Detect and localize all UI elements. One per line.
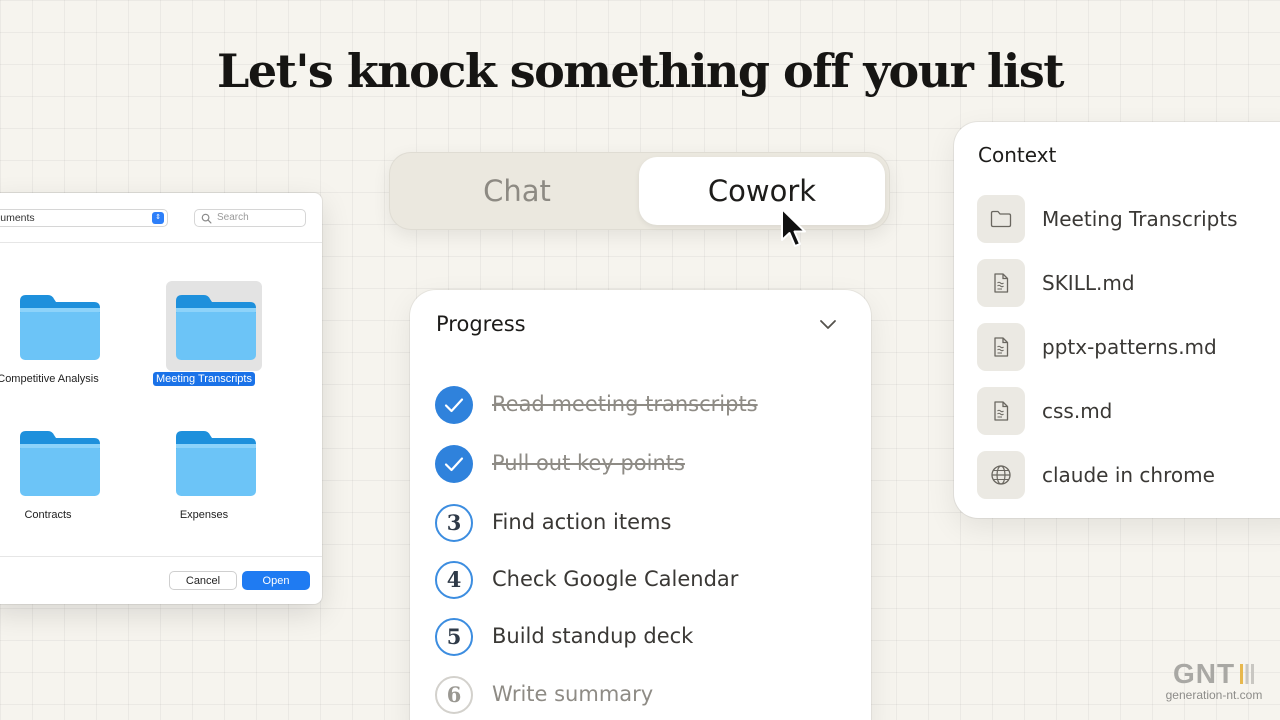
folder-tile-meeting-transcripts[interactable]: Meeting Transcripts (144, 281, 264, 401)
folder-tile-competitive-analysis[interactable]: Competitive Analysis (0, 281, 108, 401)
page-headline: Let's knock something off your list (216, 44, 1065, 98)
check-icon (435, 445, 473, 483)
folder-tile-bg (166, 281, 262, 371)
folder-tile-bg (10, 417, 106, 507)
dialog-toolbar: cuments ⇕ Search (0, 193, 322, 243)
folder-icon (176, 431, 256, 496)
search-icon (201, 213, 212, 224)
context-item-label: claude in chrome (1042, 463, 1215, 487)
context-item[interactable]: Meeting Transcripts (977, 195, 1280, 243)
context-item-label: css.md (1042, 399, 1113, 423)
chevron-down-icon[interactable] (818, 317, 838, 331)
progress-panel: Progress Read meeting transcripts Pull o… (410, 290, 871, 720)
mouse-pointer-icon (781, 208, 806, 247)
dropdown-stepper-icon: ⇕ (152, 212, 164, 224)
folder-name: Contracts (24, 509, 72, 521)
document-icon (977, 387, 1025, 435)
folder-tile-bg (10, 281, 106, 371)
context-item-label: SKILL.md (1042, 271, 1135, 295)
folder-icon (20, 295, 100, 360)
context-item-label: Meeting Transcripts (1042, 207, 1238, 231)
progress-step: 4 Check Google Calendar (435, 561, 855, 601)
search-placeholder: Search (217, 212, 249, 223)
context-item-label: pptx-patterns.md (1042, 335, 1217, 359)
context-title: Context (978, 143, 1057, 167)
location-dropdown[interactable]: cuments ⇕ (0, 209, 168, 227)
context-panel: Context Meeting Transcripts SKILL.md ppt… (954, 122, 1280, 518)
folder-icon (20, 431, 100, 496)
folder-name: Competitive Analysis (0, 373, 99, 385)
dialog-footer: Cancel Open (0, 556, 322, 604)
folder-tile-expenses[interactable]: Expenses (144, 417, 264, 537)
open-button[interactable]: Open (242, 571, 310, 590)
folder-icon (977, 195, 1025, 243)
context-item[interactable]: claude in chrome (977, 451, 1280, 499)
step-label: Read meeting transcripts (492, 392, 758, 416)
context-item[interactable]: pptx-patterns.md (977, 323, 1280, 371)
step-label: Find action items (492, 510, 672, 534)
progress-step: 3 Find action items (435, 504, 855, 544)
globe-icon (977, 451, 1025, 499)
progress-step: 5 Build standup deck (435, 618, 855, 658)
step-label: Write summary (492, 682, 654, 706)
watermark-logo: GNT (1154, 660, 1274, 688)
progress-title: Progress (436, 312, 526, 336)
folder-name: Meeting Transcripts (144, 372, 264, 386)
check-icon (435, 386, 473, 424)
folder-icon (176, 295, 256, 360)
tab-chat[interactable]: Chat (394, 157, 640, 225)
step-label: Build standup deck (492, 624, 694, 648)
document-icon (977, 259, 1025, 307)
site-watermark: GNT generation-nt.com (1154, 660, 1274, 703)
progress-step: Pull out key points (435, 445, 855, 485)
dialog-search-field[interactable]: Search (194, 209, 306, 227)
step-number-badge: 6 (435, 676, 473, 714)
document-icon (977, 323, 1025, 371)
step-label: Check Google Calendar (492, 567, 739, 591)
folder-tile-bg (166, 417, 262, 507)
context-item[interactable]: css.md (977, 387, 1280, 435)
location-value: cuments (0, 212, 35, 224)
progress-step: Read meeting transcripts (435, 386, 855, 426)
context-item[interactable]: SKILL.md (977, 259, 1280, 307)
step-number-badge: 3 (435, 504, 473, 542)
cancel-button[interactable]: Cancel (169, 571, 237, 590)
step-label: Pull out key points (492, 451, 685, 475)
folder-tile-contracts[interactable]: Contracts (0, 417, 108, 537)
progress-step: 6 Write summary (435, 676, 855, 716)
step-number-badge: 4 (435, 561, 473, 599)
step-number-badge: 5 (435, 618, 473, 656)
tab-cowork[interactable]: Cowork (639, 157, 885, 225)
watermark-url: generation-nt.com (1165, 688, 1263, 702)
mode-toggle: Chat Cowork (389, 152, 890, 230)
signal-bars-icon (1240, 664, 1255, 684)
file-open-dialog: cuments ⇕ Search Competitive Analysis (0, 193, 322, 604)
folder-name: Expenses (179, 509, 229, 521)
